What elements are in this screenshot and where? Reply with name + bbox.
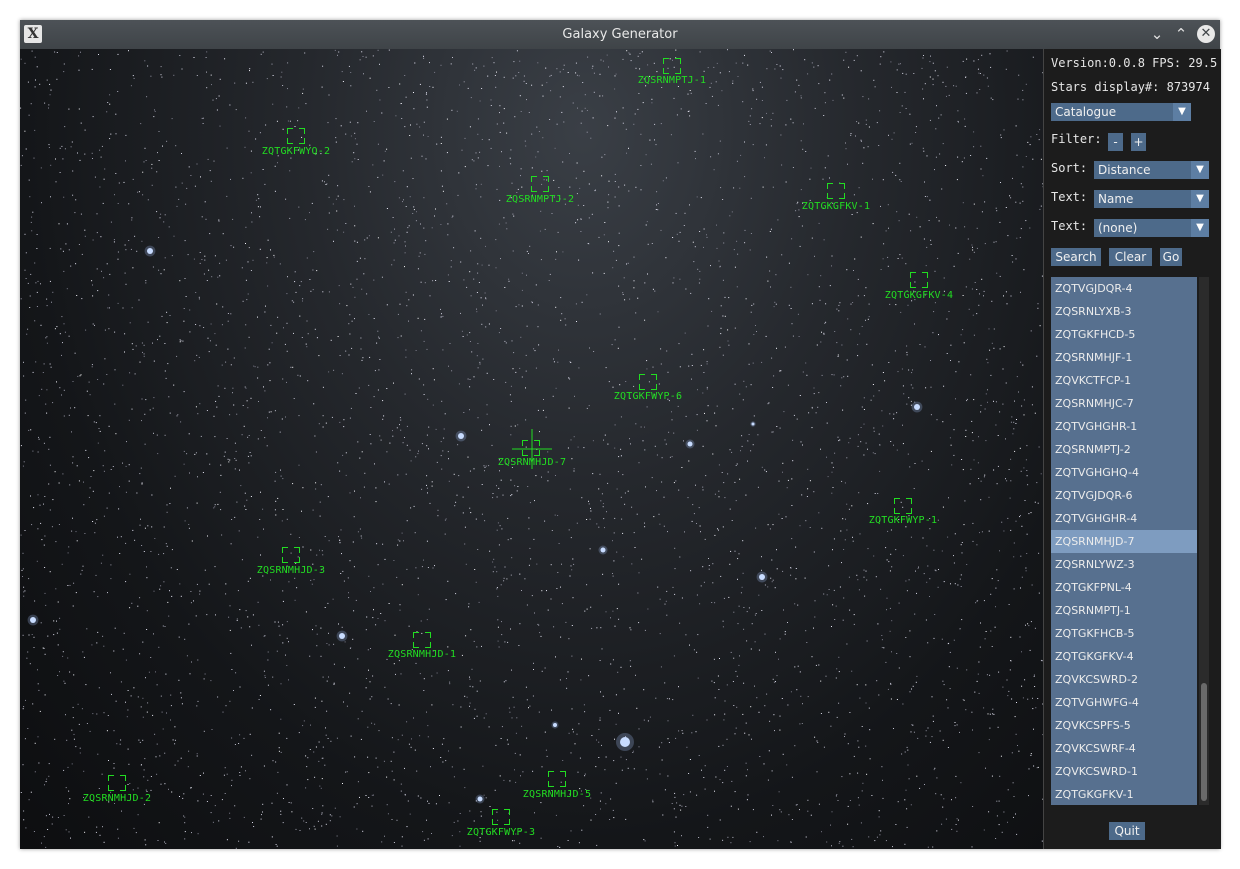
- list-item[interactable]: ZQTVGHGHQ-4: [1051, 461, 1197, 484]
- star-label[interactable]: ZQTGKFWYP-6: [614, 391, 682, 402]
- list-item[interactable]: ZQTGKFHCB-5: [1051, 622, 1197, 645]
- text2-label: Text:: [1051, 219, 1088, 233]
- list-item[interactable]: ZQSRNMHJD-7: [1051, 530, 1197, 553]
- maximize-icon[interactable]: ⌃: [1172, 25, 1190, 43]
- star-marker[interactable]: [639, 374, 657, 390]
- text1-select[interactable]: Name ▼: [1094, 190, 1209, 208]
- list-item[interactable]: ZQSRNMHJF-1: [1051, 346, 1197, 369]
- star-label[interactable]: ZQSRNMPTJ-2: [506, 194, 574, 205]
- list-item[interactable]: ZQSRNLYXB-3: [1051, 300, 1197, 323]
- dropdown-arrow-icon[interactable]: ▼: [1191, 219, 1209, 237]
- title-bar[interactable]: X Galaxy Generator ⌄ ⌃ ✕: [20, 20, 1220, 49]
- list-item[interactable]: ZQVKCSPFS-5: [1051, 714, 1197, 737]
- go-button[interactable]: Go: [1160, 248, 1182, 266]
- star-marker[interactable]: [910, 272, 928, 288]
- list-item[interactable]: ZQSRNMHJC-7: [1051, 392, 1197, 415]
- dropdown-arrow-icon[interactable]: ▼: [1191, 161, 1209, 179]
- list-item[interactable]: ZQTVGJDQR-6: [1051, 484, 1197, 507]
- star-label[interactable]: ZQTGKGFKV-4: [885, 290, 953, 301]
- star-marker[interactable]: [282, 547, 300, 563]
- sort-select-value: Distance: [1098, 163, 1151, 177]
- mode-select-value: Catalogue: [1055, 105, 1117, 119]
- star-label[interactable]: ZQTGKFWYQ-2: [262, 146, 330, 157]
- list-item[interactable]: ZQTVGHGHR-4: [1051, 507, 1197, 530]
- star-marker[interactable]: [548, 771, 566, 787]
- quit-button[interactable]: Quit: [1109, 822, 1145, 840]
- star-marker[interactable]: [287, 128, 305, 144]
- star-label[interactable]: ZQTGKFWYP-1: [869, 515, 937, 526]
- text2-select-value: (none): [1098, 221, 1138, 235]
- star-label[interactable]: ZQSRNMHJD-1: [388, 649, 456, 660]
- star-marker[interactable]: [531, 176, 549, 192]
- text1-select-value: Name: [1098, 192, 1134, 206]
- star-label[interactable]: ZQSRNMHJD-2: [83, 793, 151, 804]
- mode-select[interactable]: Catalogue ▼: [1051, 103, 1191, 121]
- star-marker[interactable]: [108, 775, 126, 791]
- star-marker[interactable]: [413, 632, 431, 648]
- list-item[interactable]: ZQTVGJDQR-4: [1051, 277, 1197, 300]
- scrollbar-thumb[interactable]: [1201, 683, 1207, 801]
- sort-select[interactable]: Distance ▼: [1094, 161, 1209, 179]
- app-window: X Galaxy Generator ⌄ ⌃ ✕ ZQSRNMPTJ-1 ZQT…: [20, 20, 1221, 849]
- version-fps-text: Version:0.0.8 FPS: 29.5: [1051, 56, 1218, 70]
- star-list-scrollbar[interactable]: [1199, 277, 1209, 805]
- list-item[interactable]: ZQTGKGFKV-1: [1051, 783, 1197, 805]
- filter-plus-button[interactable]: +: [1131, 133, 1146, 151]
- search-button[interactable]: Search: [1051, 248, 1101, 266]
- minimize-icon[interactable]: ⌄: [1148, 25, 1166, 43]
- sort-label: Sort:: [1051, 161, 1088, 175]
- list-item[interactable]: ZQTGKFPNL-4: [1051, 576, 1197, 599]
- list-item[interactable]: ZQTGKFHCD-5: [1051, 323, 1197, 346]
- galaxy-viewport[interactable]: ZQSRNMPTJ-1 ZQTGKFWYQ-2 ZQSRNMPTJ-2 ZQTG…: [20, 49, 1043, 849]
- filter-label: Filter:: [1051, 132, 1102, 146]
- star-marker[interactable]: [492, 809, 510, 825]
- stars-display-count: Stars display#: 873974: [1051, 80, 1210, 94]
- filter-minus-button[interactable]: -: [1108, 133, 1123, 151]
- star-marker[interactable]: [894, 498, 912, 514]
- dropdown-arrow-icon[interactable]: ▼: [1173, 103, 1191, 121]
- list-item[interactable]: ZQTGKGFKV-4: [1051, 645, 1197, 668]
- text2-select[interactable]: (none) ▼: [1094, 219, 1209, 237]
- star-label[interactable]: ZQTGKFWYP-3: [467, 827, 535, 838]
- list-item[interactable]: ZQVKCSWRF-4: [1051, 737, 1197, 760]
- list-item[interactable]: ZQTVGHGHR-1: [1051, 415, 1197, 438]
- star-marker[interactable]: [663, 58, 681, 74]
- list-item[interactable]: ZQSRNLYWZ-3: [1051, 553, 1197, 576]
- control-panel: Version:0.0.8 FPS: 29.5 Stars display#: …: [1043, 49, 1221, 849]
- star-label[interactable]: ZQSRNMPTJ-1: [638, 75, 706, 86]
- star-list[interactable]: ZQTVGJDQR-4 ZQSRNLYXB-3 ZQTGKFHCD-5 ZQSRNMH…: [1051, 277, 1197, 805]
- text1-label: Text:: [1051, 190, 1088, 204]
- dropdown-arrow-icon[interactable]: ▼: [1191, 190, 1209, 208]
- list-item[interactable]: ZQVKCSWRD-2: [1051, 668, 1197, 691]
- star-label[interactable]: ZQSRNMHJD-3: [257, 565, 325, 576]
- list-item[interactable]: ZQSRNMPTJ-2: [1051, 438, 1197, 461]
- window-title: Galaxy Generator: [562, 27, 678, 42]
- star-label[interactable]: ZQSRNMHJD-7: [498, 457, 566, 468]
- star-label[interactable]: ZQSRNMHJD-5: [523, 789, 591, 800]
- list-item[interactable]: ZQTVGHWFG-4: [1051, 691, 1197, 714]
- clear-button[interactable]: Clear: [1109, 248, 1152, 266]
- star-label[interactable]: ZQTGKGFKV-1: [802, 201, 870, 212]
- star-marker[interactable]: [827, 183, 845, 199]
- list-item[interactable]: ZQVKCTFCP-1: [1051, 369, 1197, 392]
- close-icon[interactable]: ✕: [1197, 25, 1215, 43]
- list-item[interactable]: ZQSRNMPTJ-1: [1051, 599, 1197, 622]
- list-item[interactable]: ZQVKCSWRD-1: [1051, 760, 1197, 783]
- star-marker[interactable]: [522, 440, 540, 456]
